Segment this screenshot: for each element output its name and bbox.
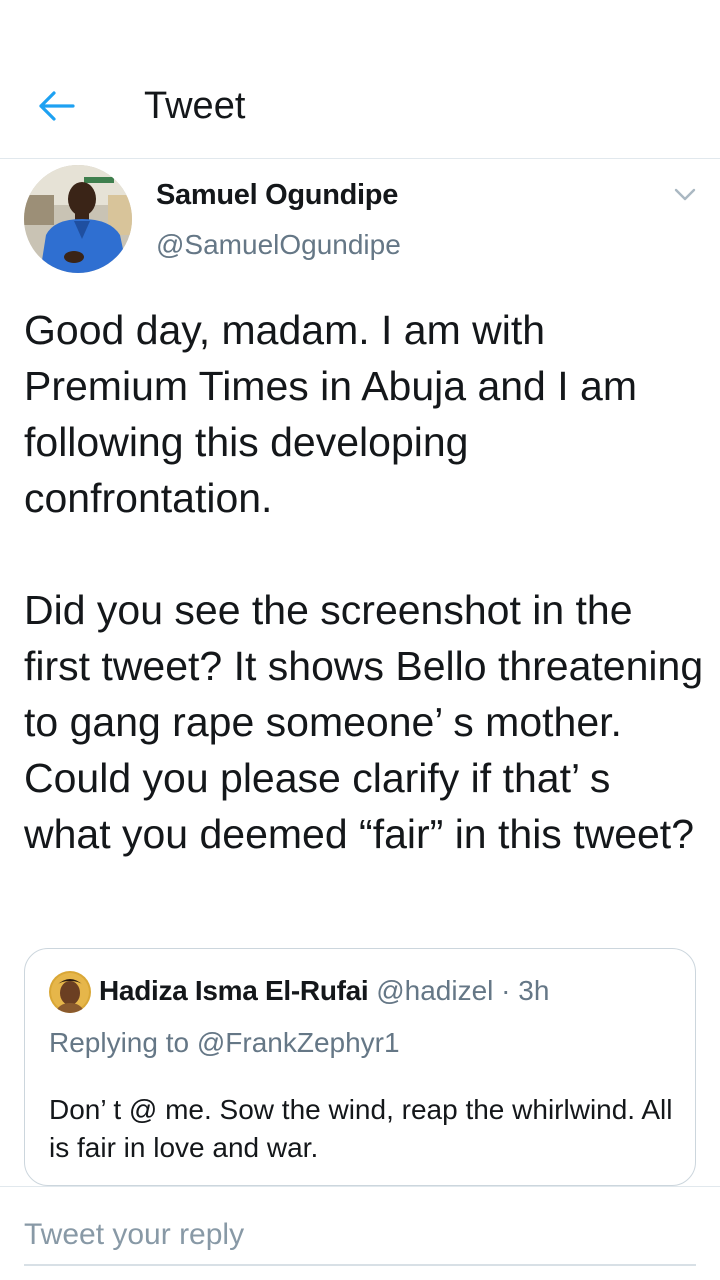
replying-to-label: Replying to @FrankZephyr1 — [49, 1027, 400, 1058]
author-avatar[interactable] — [24, 165, 132, 273]
chevron-down-icon — [674, 188, 696, 201]
separator-dot: · — [501, 975, 511, 1006]
author-handle[interactable]: @SamuelOgundipe — [156, 228, 401, 262]
quoted-author-handle: @hadizel — [376, 975, 494, 1006]
author-name[interactable]: Samuel Ogundipe — [156, 178, 398, 212]
quoted-tweet[interactable]: Hadiza Isma El-Rufai @hadizel · 3h Reply… — [24, 948, 696, 1186]
quoted-tweet-header: Hadiza Isma El-Rufai @hadizel · 3h — [99, 971, 549, 1011]
back-button[interactable] — [32, 84, 80, 128]
quoted-tweet-time: 3h — [518, 975, 550, 1006]
page-title: Tweet — [144, 85, 246, 127]
quoted-author-name: Hadiza Isma El-Rufai — [99, 975, 369, 1006]
reply-input[interactable] — [24, 1206, 696, 1266]
arrow-left-icon — [39, 91, 75, 121]
tweet-text: Good day, madam. I am with Premium Times… — [24, 307, 704, 857]
quoted-tweet-text: Don’ t @ me. Sow the wind, reap the whir… — [49, 1094, 673, 1163]
tweet-menu-button[interactable] — [668, 180, 702, 210]
top-bar: Tweet — [0, 0, 720, 159]
quoted-author-avatar — [49, 971, 91, 1013]
